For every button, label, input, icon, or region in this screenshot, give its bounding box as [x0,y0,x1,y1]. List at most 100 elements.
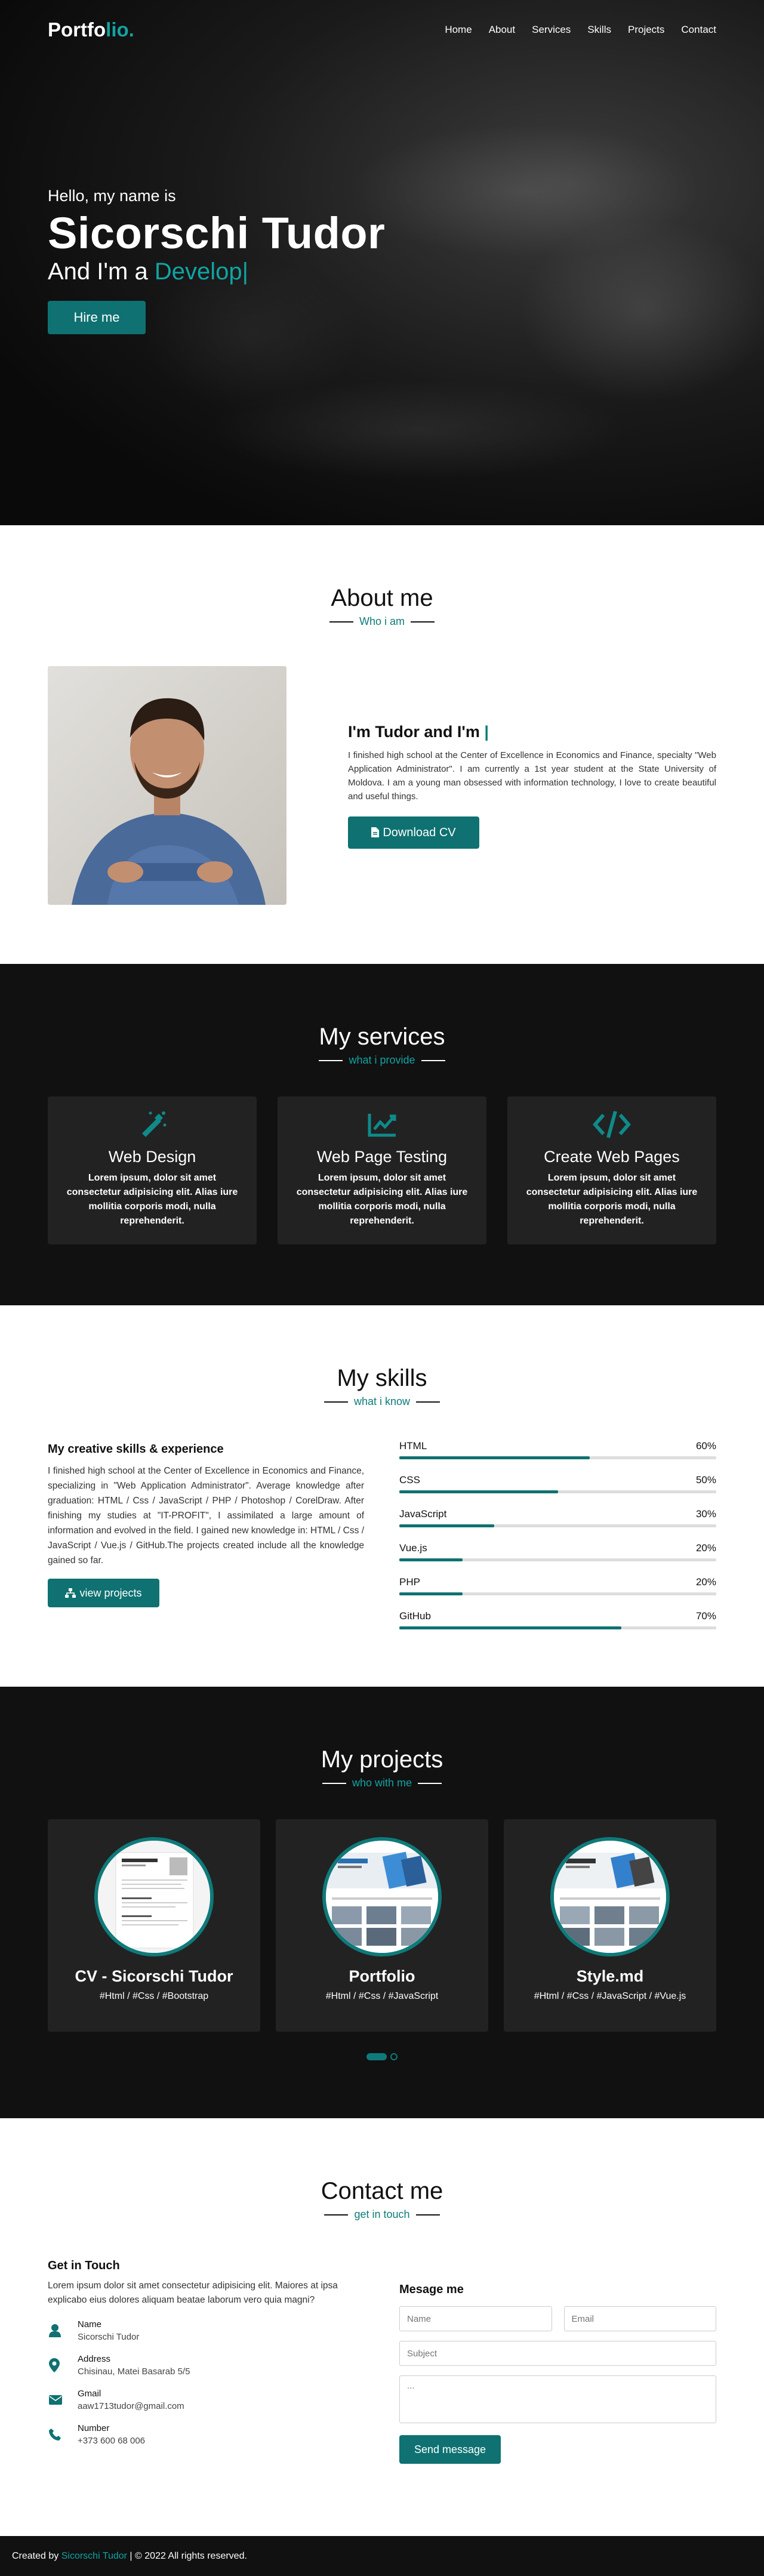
contact-info-address: Address Chisinau, Matei Basarab 5/5 [48,2354,364,2377]
skill-percent: 60% [695,1440,716,1452]
hero-role: And I'm a Develop| [48,258,716,285]
service-card: Web Design Lorem ipsum, dolor sit amet c… [48,1096,257,1244]
service-title: Web Design [108,1148,196,1166]
project-card[interactable]: Style.md #Html / #Css / #JavaScript / #V… [504,1819,716,2032]
contact-subtitle-text: get in touch [354,2208,410,2220]
project-card[interactable]: Portfolio #Html / #Css / #JavaScript [276,1819,488,2032]
skills-subtitle-text: what i know [353,1395,411,1407]
contact-info-label: Name [78,2319,102,2330]
skill-bar-fill [399,1490,558,1493]
skill-item: GitHub 70% [399,1610,716,1629]
hero-greeting: Hello, my name is [48,187,176,205]
project-tags: #Html / #Css / #Bootstrap [99,1991,209,2001]
send-message-button[interactable]: Send message [399,2435,501,2464]
about-title: About me [331,585,433,611]
logo[interactable]: Portfolio. [48,19,134,41]
skill-percent: 70% [695,1610,716,1622]
contact-info-label: Gmail [78,2389,101,2399]
skill-bar-fill [399,1558,463,1561]
skill-bars: HTML 60% CSS 50% JavaScript 30% Vue.js 20% P… [399,1440,716,1644]
projects-section: My projects who with me CV - Sicorschi T… [0,1687,764,2118]
nav-about[interactable]: About [489,24,515,36]
skill-percent: 50% [695,1474,716,1486]
project-card[interactable]: CV - Sicorschi Tudor #Html / #Css / #Boo… [48,1819,260,2032]
project-thumbnail [322,1837,442,1956]
about-subtitle: Who i am [48,615,716,628]
hire-me-button[interactable]: Hire me [48,301,146,334]
service-title: Web Page Testing [316,1148,448,1166]
footer-author-link[interactable]: Sicorschi Tudor [61,2551,127,2561]
project-tags: #Html / #Css / #JavaScript / #Vue.js [534,1991,686,2001]
skill-percent: 20% [695,1576,716,1588]
nav-projects[interactable]: Projects [628,24,664,36]
contact-info-label: Number [78,2423,110,2433]
contact-info-value[interactable]: +373 600 68 006 [78,2436,145,2446]
skill-name: Vue.js [399,1542,427,1554]
contact-info-value: Chisinau, Matei Basarab 5/5 [78,2367,190,2377]
contact-left-heading: Get in Touch [48,2259,120,2272]
service-card: Web Page Testing Lorem ipsum, dolor sit … [278,1096,486,1244]
skill-bar [399,1626,716,1629]
skill-bar-fill [399,1592,463,1595]
skill-bar-fill [399,1626,621,1629]
skill-bar [399,1592,716,1595]
service-title: Create Web Pages [544,1148,680,1166]
carousel-dot-active[interactable] [366,2053,387,2060]
contact-subtitle: get in touch [48,2208,716,2221]
projects-title: My projects [321,1746,443,1773]
skill-name: JavaScript [399,1508,447,1520]
contact-title: Contact me [321,2178,443,2204]
carousel-dot[interactable] [390,2053,398,2060]
contact-section: Contact me get in touch Get in Touch Lor… [0,2118,764,2536]
contact-info-value[interactable]: aaw1713tudor@gmail.com [78,2401,184,2411]
logo-main: Portfo [48,19,106,41]
hero-role-prefix: And I'm a [48,258,155,285]
hero-role-typed: Develop| [154,258,248,285]
projects-subtitle: who with me [48,1777,716,1789]
nav-home[interactable]: Home [445,24,472,36]
download-cv-button[interactable]: Download CV [348,816,479,849]
contact-left-text: Lorem ipsum dolor sit amet consectetur a… [48,2281,338,2305]
skill-bar [399,1456,716,1459]
footer-prefix: Created by [12,2551,61,2561]
navbar: Portfolio. Home About Services Skills Pr… [0,0,764,60]
skill-bar-fill [399,1524,495,1527]
skill-name: HTML [399,1440,427,1452]
nav-contact[interactable]: Contact [681,24,716,36]
skills-subtitle: what i know [48,1395,716,1408]
contact-info-phone: Number +373 600 68 006 [48,2423,364,2446]
view-projects-button[interactable]: view projects [48,1579,159,1607]
sitemap-icon [65,1580,76,1609]
about-heading-text: I'm Tudor and I'm [348,722,485,741]
skill-item: CSS 50% [399,1474,716,1493]
footer: Created by Sicorschi Tudor | © 2022 All … [0,2536,764,2576]
contact-info-email: Gmail aaw1713tudor@gmail.com [48,2389,364,2411]
skill-percent: 20% [695,1542,716,1554]
name-input[interactable] [399,2306,552,2331]
skill-item: PHP 20% [399,1576,716,1595]
about-section: About me Who i am I'm Tudor and I'm | I … [0,525,764,964]
skill-bar [399,1524,716,1527]
skill-percent: 30% [695,1508,716,1520]
nav-menu: Home About Services Skills Projects Cont… [445,24,716,36]
envelope-icon [48,2395,78,2405]
skills-description: I finished high school at the Center of … [48,1466,364,1566]
phone-icon [48,2429,78,2441]
nav-skills[interactable]: Skills [587,24,611,36]
subject-input[interactable] [399,2341,716,2366]
service-card: Create Web Pages Lorem ipsum, dolor sit … [507,1096,716,1244]
skills-section: My skills what i know My creative skills… [0,1305,764,1687]
services-subtitle: what i provide [48,1054,716,1067]
project-title: Portfolio [349,1967,415,1985]
hero-section: Hello, my name is Sicorschi Tudor And I'… [0,0,764,525]
contact-info-value: Sicorschi Tudor [78,2332,140,2342]
typing-cursor: | [484,722,489,741]
code-icon [507,1108,716,1141]
view-projects-label: view projects [79,1587,142,1599]
footer-suffix: | © 2022 All rights reserved. [127,2551,247,2561]
service-text: Lorem ipsum, dolor sit amet consectetur … [66,1173,238,1226]
email-input[interactable] [563,2306,716,2331]
nav-services[interactable]: Services [532,24,571,36]
message-textarea[interactable] [399,2375,716,2423]
project-thumbnail [94,1837,214,1956]
